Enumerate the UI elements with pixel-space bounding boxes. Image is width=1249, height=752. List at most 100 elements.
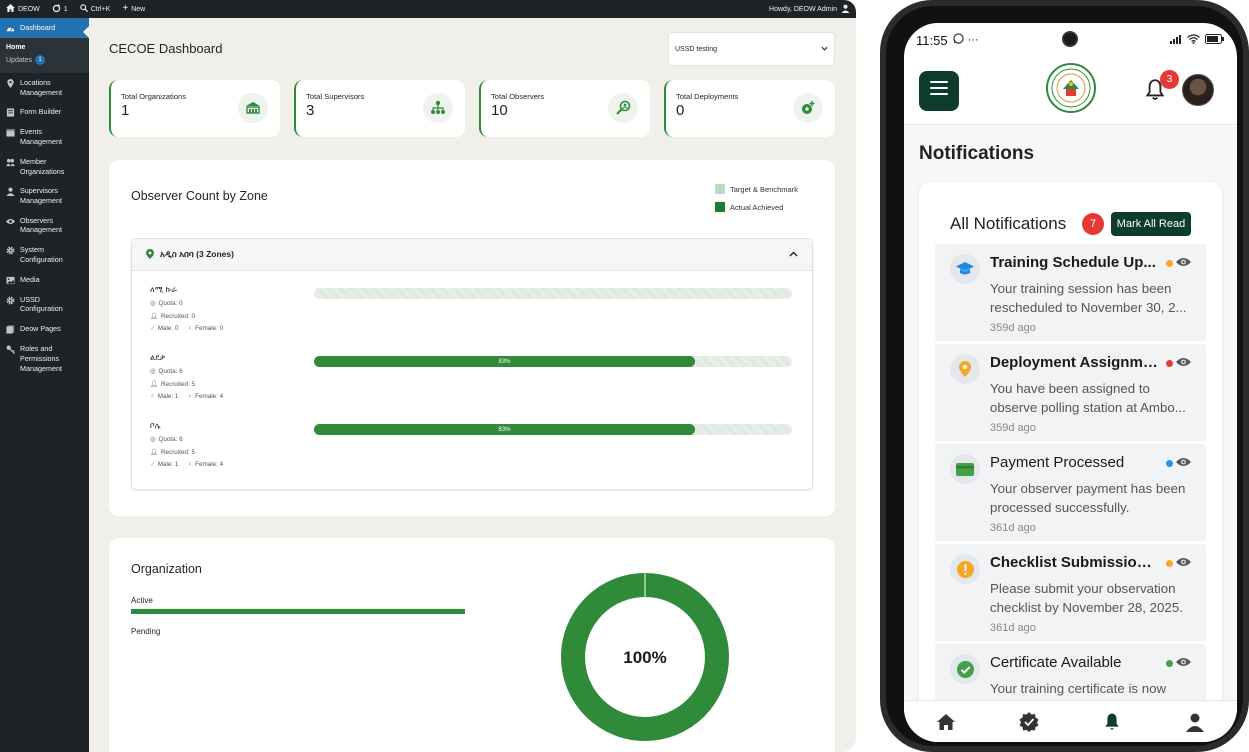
notification-body: Your training certificate is now (990, 681, 1167, 696)
sidebar-item-system-configuration[interactable]: System Configuration (0, 240, 89, 269)
gear-icon (6, 296, 15, 305)
stat-card-supervisors: Total Supervisors 3 (294, 80, 465, 137)
bell-icon[interactable] (1101, 711, 1123, 733)
notification-body: Please submit your observation checklist… (990, 581, 1183, 615)
sidebar-item-label: Locations Management (20, 78, 62, 97)
sidebar-item-label: USSD Configuration (20, 294, 63, 314)
legend-label: Actual Achieved (730, 202, 784, 212)
notification-item[interactable]: Certificate Available Your training certi… (935, 644, 1206, 704)
sidebar-item-deow-pages[interactable]: Deow Pages (0, 319, 89, 339)
sidebar-item-media[interactable]: Media (0, 270, 89, 290)
female-text: Female: 4 (195, 393, 224, 400)
media-icon (6, 276, 15, 285)
screen-title: Notifications (919, 143, 1035, 164)
sidebar-item-form-builder[interactable]: Form Builder (0, 102, 89, 122)
profile-icon[interactable] (1184, 711, 1206, 733)
ussd-select-value: USSD testing (675, 45, 718, 53)
status-dot (1166, 660, 1173, 667)
eye-icon[interactable] (1176, 554, 1191, 570)
howdy-text: Howdy, DEOW Admin (769, 5, 837, 13)
female-icon: ♀ (187, 393, 193, 400)
status-dot (1166, 460, 1173, 467)
organization-donut-chart: 100% (561, 573, 729, 741)
notification-body: Your training session has been reschedul… (990, 281, 1187, 315)
eye-icon[interactable] (1176, 254, 1191, 270)
panel-title: Observer Count by Zone (131, 189, 268, 203)
sidebar-item-observers-management[interactable]: Observers Management (0, 211, 89, 240)
sidebar-item-ussd-configuration[interactable]: USSD Configuration (0, 290, 89, 319)
legend-swatch-target (715, 184, 725, 194)
eye-icon (6, 217, 15, 226)
comments-link[interactable]: 1 (52, 3, 68, 15)
accordion-header[interactable]: አዲስ አበባ (3 Zones) (132, 239, 812, 271)
sidebar-item-member-organizations[interactable]: Member Organizations (0, 152, 89, 181)
sidebar-item-label: Dashboard (20, 23, 56, 32)
command-search[interactable]: Ctrl+K (79, 4, 110, 14)
sidebar-item-label: Form Builder (20, 107, 62, 117)
sidebar-item-dashboard[interactable]: Dashboard (0, 18, 89, 38)
notification-item[interactable]: Payment Processed Your observer payment h… (935, 444, 1206, 541)
submenu-home[interactable]: Home (0, 42, 89, 53)
notification-time: 361d ago (990, 622, 1036, 634)
new-content-link[interactable]: + New (122, 4, 145, 14)
zone-accordion: አዲስ አበባ (3 Zones) ለሚ ኩራ ◎ Quota: 0 👤︎ Recrui… (131, 238, 813, 490)
warning-icon (950, 554, 980, 584)
notification-item[interactable]: Training Schedule Up... Your training ses… (935, 244, 1206, 341)
legend-target: Target & Benchmark (715, 184, 798, 194)
sidebar-item-supervisors-management[interactable]: Supervisors Management (0, 181, 89, 210)
zone-progress-track: 83% (314, 424, 792, 435)
user-tie-icon (6, 187, 15, 197)
zone-row: ቦሌ ◎ Quota: 6 👤︎ Recruited: 5 ♂ Male: 1 ♀ Female… (150, 421, 800, 481)
site-link[interactable]: DEOW (6, 4, 40, 14)
notification-item[interactable]: Deployment Assignme... You have been assi… (935, 344, 1206, 441)
menu-button[interactable] (919, 70, 959, 111)
zone-quota: ◎ Quota: 0 (150, 300, 800, 307)
comments-count: 1 (63, 5, 68, 13)
female-text: Female: 0 (195, 325, 224, 332)
org-pending-label: Pending (131, 627, 161, 636)
notification-body: Your observer payment has been processed… (990, 481, 1186, 515)
signal-icon (1170, 34, 1182, 46)
verified-icon[interactable] (1018, 711, 1040, 733)
sidebar-item-locations-management[interactable]: Locations Management (0, 73, 89, 102)
user-plus-icon: 👤︎ (150, 449, 158, 456)
map-icon (6, 79, 15, 88)
mark-all-read-button[interactable]: Mark All Read (1111, 212, 1191, 236)
org-active-label: Active (131, 596, 153, 605)
sidebar-item-label: Supervisors Management (20, 186, 62, 206)
zone-gender: ♂ Male: 1 ♀ Female: 4 (150, 461, 800, 468)
ussd-select[interactable]: USSD testing (668, 32, 835, 66)
phone-bezel: 11:55 ··· 3 Notifications All Notificati… (886, 6, 1243, 746)
accordion-title: አዲስ አበባ (3 Zones) (160, 249, 234, 259)
page-title: CECOE Dashboard (109, 41, 223, 56)
account-menu[interactable]: Howdy, DEOW Admin (769, 4, 850, 15)
stat-card-organizations: Total Organizations 1 (109, 80, 280, 137)
notification-item[interactable]: Checklist Submission ... Please submit yo… (935, 544, 1206, 641)
status-dot (1166, 260, 1173, 267)
group-icon (6, 158, 15, 167)
org-active-bar (131, 609, 465, 614)
panel-title: Organization (131, 562, 202, 576)
eye-icon[interactable] (1176, 354, 1191, 370)
chevron-up-icon[interactable] (789, 249, 798, 260)
eye-icon[interactable] (1176, 454, 1191, 470)
site-name: DEOW (18, 5, 40, 13)
cecoe-logo (1046, 63, 1096, 113)
avatar[interactable] (1182, 74, 1214, 106)
sidebar-item-roles-and-permissions-management[interactable]: Roles and Permissions Management (0, 339, 89, 378)
zone-row: ልደታ ◎ Quota: 6 👤︎ Recruited: 5 ♂ Male: 1 ♀ Femal… (150, 353, 800, 413)
submenu-updates-label: Updates (6, 56, 33, 64)
stat-card-observers: Total Observers 10 (479, 80, 650, 137)
submenu-home-label: Home (6, 44, 26, 51)
sidebar-item-events-management[interactable]: Events Management (0, 122, 89, 151)
zone-progress-fill: 83% (314, 356, 695, 367)
whatsapp-icon (952, 33, 964, 47)
hierarchy-icon (423, 93, 453, 123)
female-icon: ♀ (187, 325, 193, 332)
zone-gender: ♂ Male: 1 ♀ Female: 4 (150, 393, 800, 400)
home-icon[interactable] (935, 711, 957, 733)
submenu-updates[interactable]: Updates 1 (0, 53, 89, 67)
eye-icon[interactable] (1176, 654, 1191, 670)
status-icons (1170, 34, 1225, 46)
refresh-icon (52, 3, 61, 15)
